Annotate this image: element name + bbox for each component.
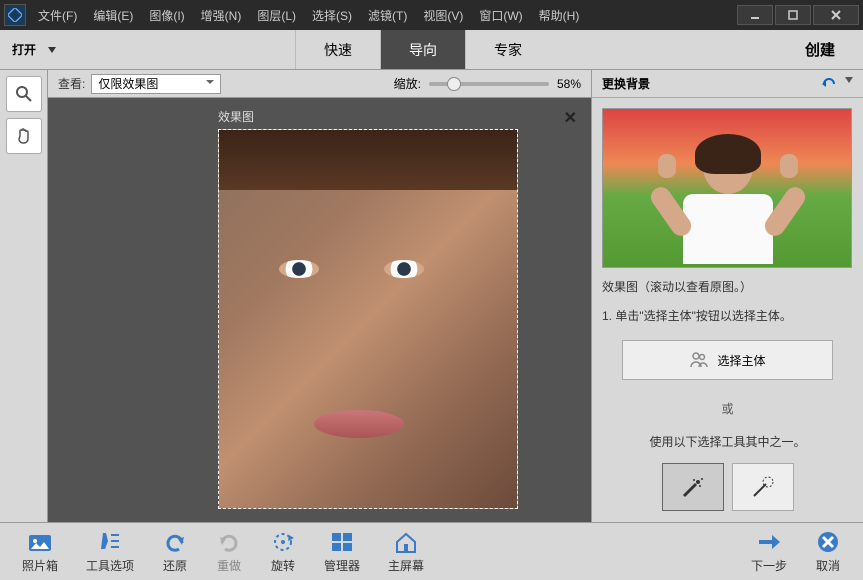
view-mode-select[interactable]: 仅限效果图: [91, 74, 221, 94]
zoom-slider-thumb[interactable]: [447, 77, 461, 91]
tab-quick[interactable]: 快速: [295, 30, 380, 69]
canvas-panel: 查看: 仅限效果图 缩放: 58% 效果图 ✕: [48, 70, 591, 522]
toolbar: 打开 快速 导向 专家 创建: [0, 30, 863, 70]
menu-select[interactable]: 选择(S): [312, 7, 352, 24]
zoom-tool[interactable]: [6, 76, 42, 112]
chevron-down-icon[interactable]: [845, 77, 853, 83]
preview-image[interactable]: [602, 108, 852, 268]
quick-selection-tool[interactable]: [662, 463, 724, 511]
app-icon: [4, 4, 26, 26]
tab-guided[interactable]: 导向: [380, 30, 465, 69]
zoom-label: 缩放:: [394, 75, 421, 92]
undo-icon[interactable]: [821, 77, 837, 91]
rotate-button[interactable]: 旋转: [256, 529, 310, 574]
menu-edit[interactable]: 编辑(E): [93, 7, 133, 24]
step-1-text: 1. 单击"选择主体"按钮以选择主体。: [602, 307, 853, 326]
bottom-bar: 照片箱 工具选项 还原 重做 旋转 管理器 主屏幕 下一步 取消: [0, 522, 863, 580]
panel-body: 效果图（滚动以查看原图。） 1. 单击"选择主体"按钮以选择主体。 选择主体 或…: [592, 98, 863, 521]
create-button[interactable]: 创建: [789, 39, 851, 60]
mode-tabs: 快速 导向 专家: [295, 30, 550, 69]
menu-file[interactable]: 文件(F): [38, 7, 77, 24]
menu-bar: 文件(F) 编辑(E) 图像(I) 增强(N) 图层(L) 选择(S) 滤镜(T…: [38, 7, 737, 24]
preview-hint: 效果图（滚动以查看原图。）: [602, 278, 853, 297]
or-text: 或: [602, 400, 853, 417]
canvas-area: 效果图 ✕: [48, 98, 591, 522]
photo-bin-button[interactable]: 照片箱: [8, 529, 72, 574]
window-controls: [737, 5, 859, 25]
selection-tools: [602, 463, 853, 511]
home-button[interactable]: 主屏幕: [374, 529, 438, 574]
select-subject-button[interactable]: 选择主体: [622, 340, 833, 380]
redo-button[interactable]: 重做: [202, 529, 256, 574]
view-bar: 查看: 仅限效果图 缩放: 58%: [48, 70, 591, 98]
left-toolbar: [0, 70, 48, 522]
undo-button[interactable]: 还原: [148, 529, 202, 574]
maximize-button[interactable]: [775, 5, 811, 25]
next-button[interactable]: 下一步: [737, 529, 801, 574]
chevron-down-icon: [48, 47, 56, 53]
menu-filter[interactable]: 滤镜(T): [368, 7, 407, 24]
hand-tool[interactable]: [6, 118, 42, 154]
panel-header: 更换背景: [592, 70, 863, 98]
open-button[interactable]: 打开: [12, 41, 56, 58]
zoom-value: 58%: [557, 77, 581, 91]
canvas-image[interactable]: [218, 129, 518, 509]
magic-wand-tool[interactable]: [732, 463, 794, 511]
menu-window[interactable]: 窗口(W): [479, 7, 522, 24]
cancel-button[interactable]: 取消: [801, 529, 855, 574]
content-area: 查看: 仅限效果图 缩放: 58% 效果图 ✕ 更换背景: [0, 70, 863, 522]
titlebar: 文件(F) 编辑(E) 图像(I) 增强(N) 图层(L) 选择(S) 滤镜(T…: [0, 0, 863, 30]
tool-options-button[interactable]: 工具选项: [72, 529, 148, 574]
people-icon: [689, 351, 709, 369]
canvas-close-icon[interactable]: ✕: [564, 108, 577, 128]
minimize-button[interactable]: [737, 5, 773, 25]
menu-image[interactable]: 图像(I): [149, 7, 184, 24]
right-panel: 更换背景 效果图（滚动以查看原图。） 1. 单击"选择主体"按钮以选择主体。 选…: [591, 70, 863, 522]
organizer-button[interactable]: 管理器: [310, 529, 374, 574]
close-button[interactable]: [813, 5, 859, 25]
zoom-slider[interactable]: [429, 82, 549, 86]
alt-hint: 使用以下选择工具其中之一。: [602, 433, 853, 452]
menu-view[interactable]: 视图(V): [423, 7, 463, 24]
view-label: 查看:: [58, 75, 85, 92]
canvas-title: 效果图: [218, 108, 561, 125]
zoom-controls: 缩放: 58%: [394, 75, 581, 92]
tab-expert[interactable]: 专家: [465, 30, 550, 69]
menu-help[interactable]: 帮助(H): [539, 7, 580, 24]
menu-enhance[interactable]: 增强(N): [201, 7, 242, 24]
menu-layer[interactable]: 图层(L): [257, 7, 296, 24]
